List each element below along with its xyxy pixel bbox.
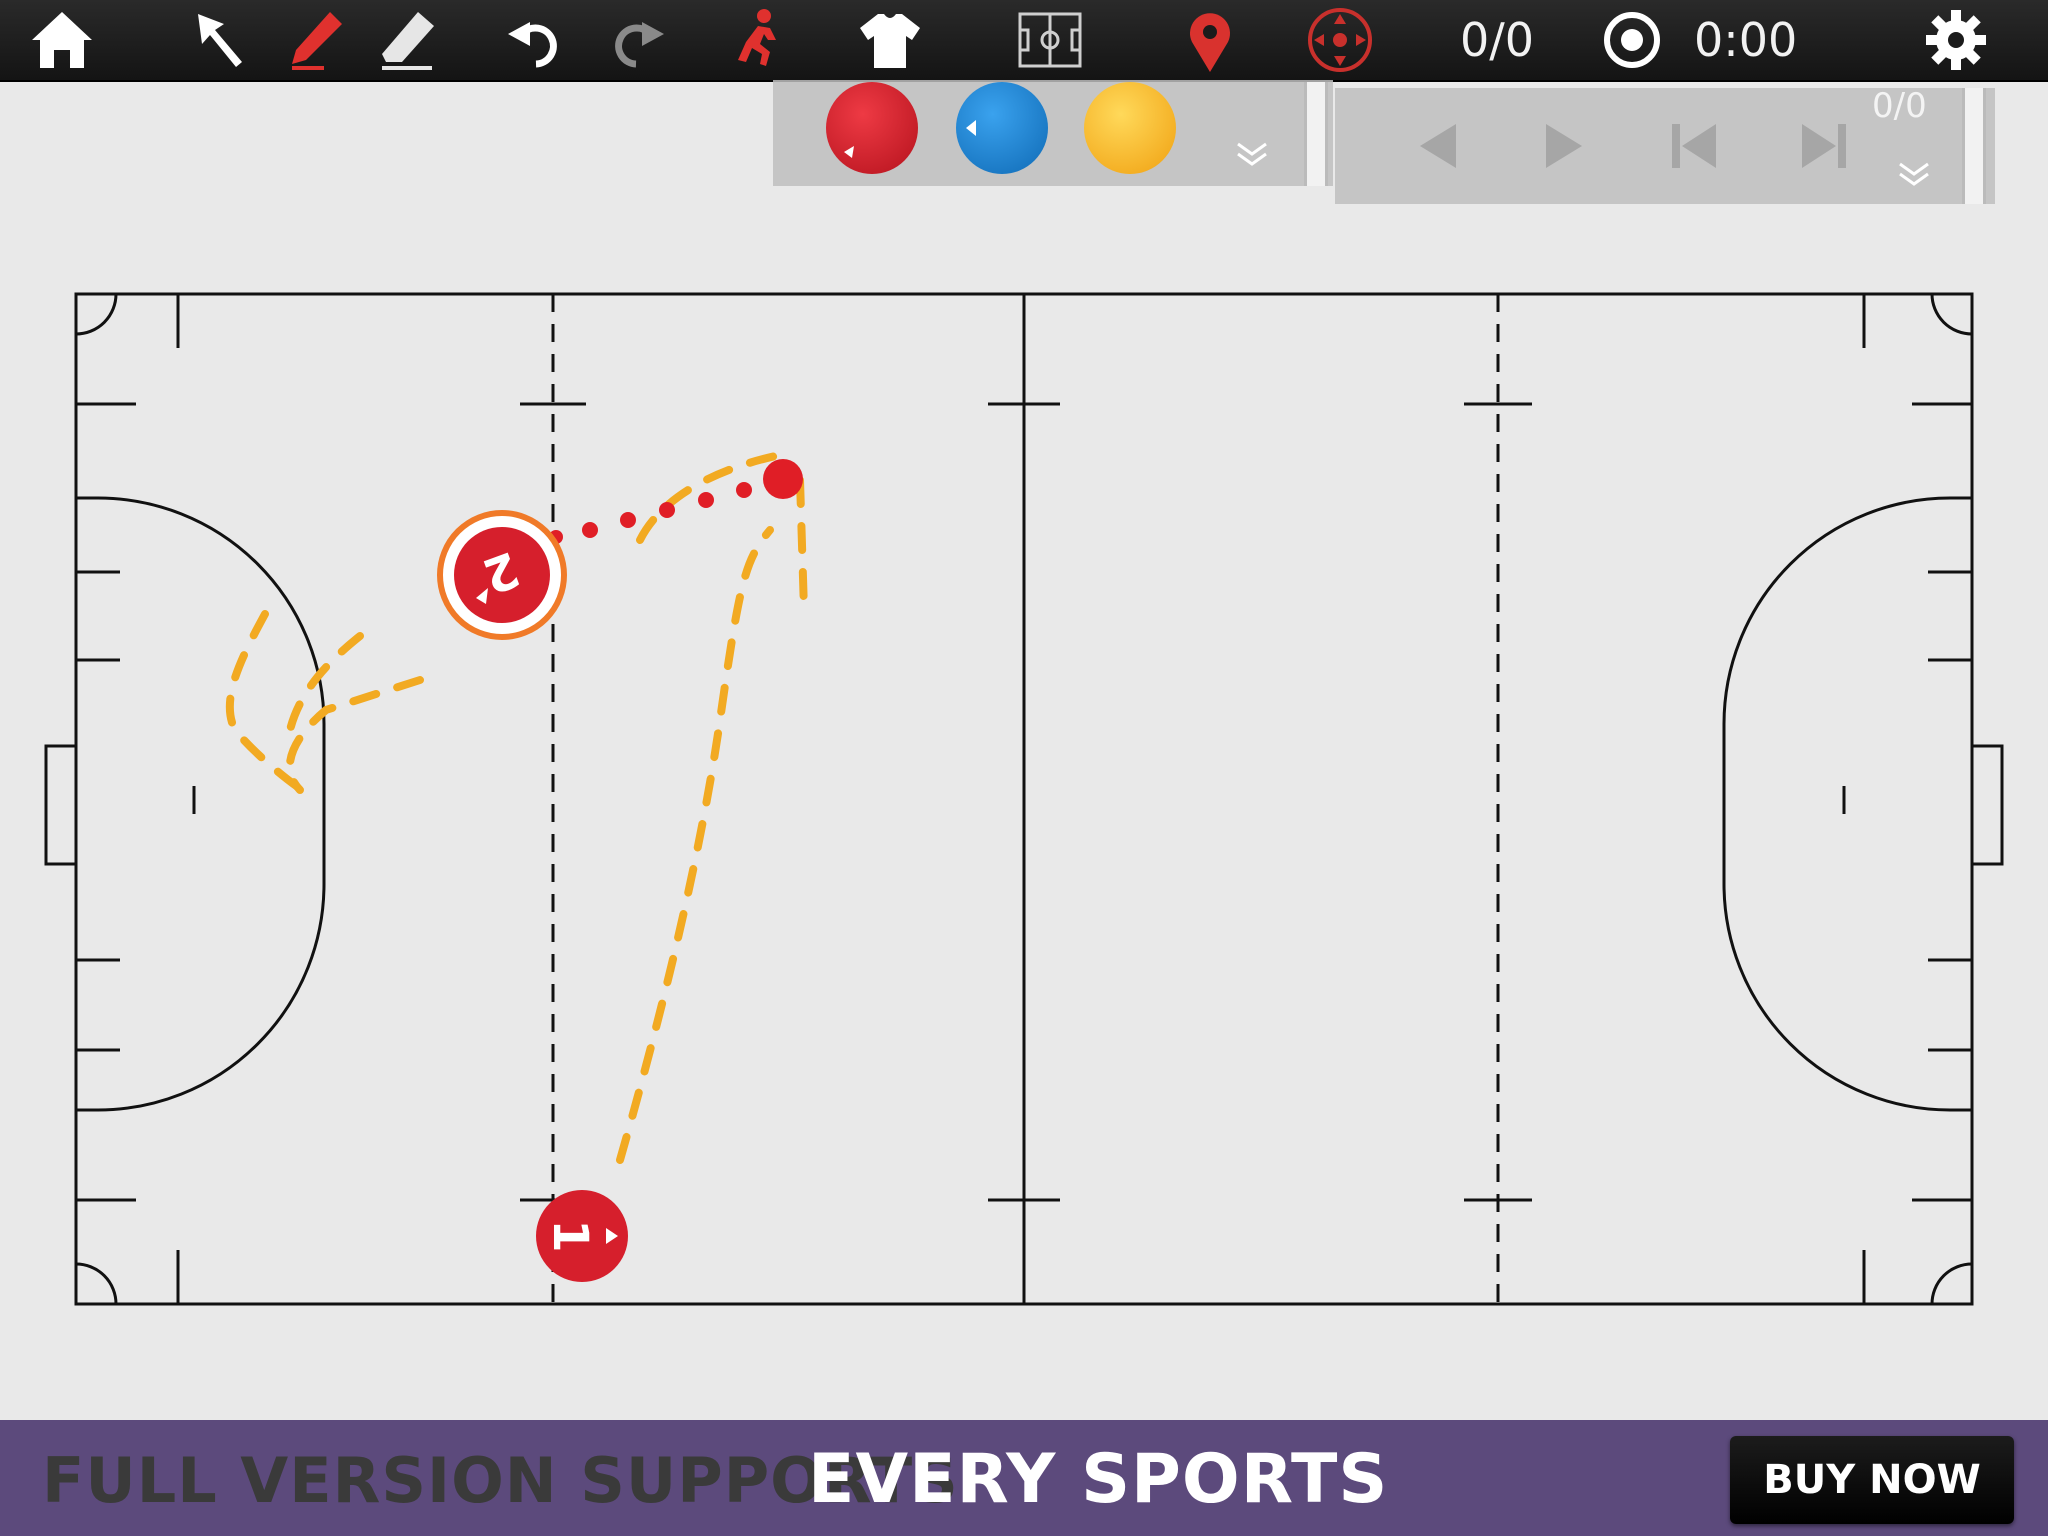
right-goal (1970, 744, 2004, 866)
promo-highlight: EVERY SPORTS (808, 1440, 1389, 1519)
ball (763, 459, 803, 499)
route-path (796, 476, 808, 614)
route-path (285, 676, 424, 794)
route-path (616, 526, 774, 1164)
right-shooting-circle (1722, 496, 1972, 1112)
player-1[interactable]: 1 (536, 1190, 628, 1282)
player-number: 1 (542, 1219, 598, 1252)
buy-now-button[interactable]: BUY NOW (1730, 1436, 2014, 1524)
hockey-field[interactable]: 2 1 (0, 0, 2048, 1420)
player-2[interactable]: 2 (437, 510, 567, 640)
left-shooting-circle (76, 496, 326, 1112)
left-goal (44, 744, 78, 866)
